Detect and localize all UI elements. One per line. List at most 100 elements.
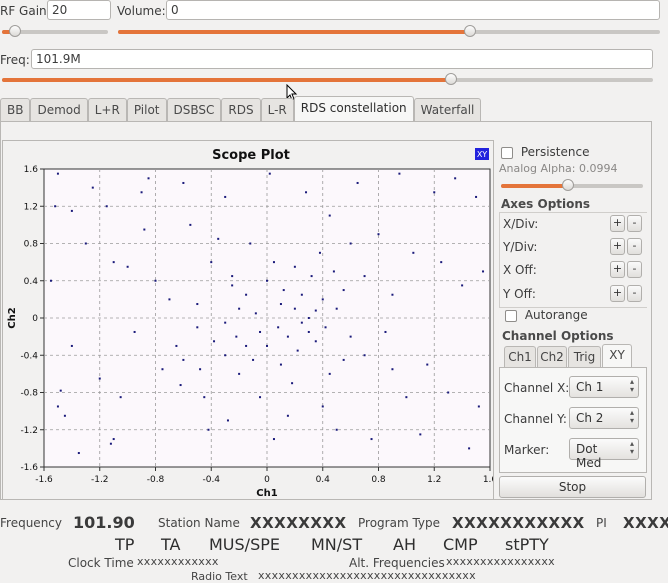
xoff-plus-button[interactable]: + <box>610 261 625 278</box>
data-point <box>84 242 87 245</box>
y-tick-label: -0.8 <box>20 389 38 399</box>
radio-text-label: Radio Text <box>191 570 248 583</box>
data-point <box>238 307 241 310</box>
data-point <box>226 419 229 422</box>
data-point <box>305 191 308 194</box>
x-tick-label: -0.8 <box>147 475 165 485</box>
marker-combo[interactable]: Dot Med ▴ ▾ <box>569 438 639 470</box>
ydiv-label: Y/Div: <box>503 240 538 254</box>
rds-flag-mus-spe: MUS/SPE <box>209 535 280 554</box>
xoff-minus-button[interactable]: - <box>627 261 642 278</box>
data-point <box>440 261 443 264</box>
data-point <box>231 275 234 278</box>
xdiv-minus-button[interactable]: - <box>627 215 642 232</box>
channel-options-panel: Channel X: Ch 1 ▴ ▾ Channel Y: Ch 2 ▴ ▾ Ma… <box>499 367 647 473</box>
persistence-checkbox[interactable] <box>501 146 513 159</box>
xdiv-plus-button[interactable]: + <box>610 215 625 232</box>
ydiv-plus-button[interactable]: + <box>610 238 625 255</box>
volume-slider-knob[interactable] <box>464 25 476 37</box>
data-point <box>310 275 313 278</box>
data-point <box>109 442 112 445</box>
data-point <box>291 382 294 385</box>
data-point <box>98 377 101 380</box>
rf-gain-slider[interactable] <box>2 25 108 37</box>
data-point <box>398 172 401 175</box>
channel-y-combo[interactable]: Ch 2 ▴ ▾ <box>569 407 639 429</box>
rf-gain-slider-knob[interactable] <box>9 25 21 37</box>
tab-rds-constellation[interactable]: RDS constellation <box>293 96 414 122</box>
scope-plot[interactable]: Scope Plot XY -1.6 -1.2 -0.8 -0.4 0 0.4 0.8 1.2 1.… <box>3 141 497 499</box>
tab-pilot[interactable]: Pilot <box>126 98 167 122</box>
data-point <box>342 289 345 292</box>
yoff-plus-button[interactable]: + <box>610 285 625 302</box>
channel-x-combo[interactable]: Ch 1 ▴ ▾ <box>569 376 639 398</box>
data-point <box>363 354 366 357</box>
data-point <box>335 428 338 431</box>
xy-badge-label: XY <box>477 150 487 159</box>
x-tick-label: -1.2 <box>91 475 109 485</box>
data-point <box>296 349 299 352</box>
autorange-checkbox[interactable] <box>505 309 517 322</box>
frequency-value: 101.90 <box>73 513 135 532</box>
rds-flag-stpty: stPTY <box>505 535 549 554</box>
y-tick-label: 1.2 <box>24 202 38 212</box>
tab-waterfall[interactable]: Waterfall <box>413 98 482 122</box>
program-type-label: Program Type <box>358 516 441 530</box>
subtab-ch2[interactable]: Ch2 <box>537 346 567 368</box>
yoff-minus-button[interactable]: - <box>627 285 642 302</box>
subtab-xy[interactable]: XY <box>602 344 632 368</box>
data-point <box>235 335 238 338</box>
tab-rds[interactable]: RDS <box>221 98 261 122</box>
volume-input[interactable] <box>166 0 660 20</box>
data-point <box>454 177 457 180</box>
data-point <box>91 186 94 189</box>
rf-gain-label: RF Gain: <box>0 4 51 18</box>
volume-slider[interactable] <box>118 25 660 37</box>
subtab-ch1[interactable]: Ch1 <box>504 346 536 368</box>
data-point <box>461 284 464 287</box>
x-axis-label: Ch1 <box>256 488 277 499</box>
data-point <box>272 261 275 264</box>
freq-input[interactable] <box>31 49 653 69</box>
data-point <box>54 205 57 208</box>
rf-gain-input[interactable] <box>47 0 111 20</box>
data-point <box>140 191 143 194</box>
autorange-toggle[interactable]: Autorange <box>505 308 588 322</box>
data-point <box>328 372 331 375</box>
data-point <box>70 344 73 347</box>
freq-slider[interactable] <box>2 73 653 85</box>
tab-dsbsc[interactable]: DSBSC <box>166 98 222 122</box>
rds-flag-tp: TP <box>115 535 135 554</box>
data-point <box>119 396 122 399</box>
analog-alpha-slider[interactable] <box>501 179 643 191</box>
tab-l-r[interactable]: L+R <box>87 98 127 122</box>
data-point <box>370 438 373 441</box>
data-point <box>224 195 227 198</box>
x-tick-label: 1.6 <box>483 475 493 485</box>
ydiv-minus-button[interactable]: - <box>627 238 642 255</box>
alt-frequencies-label: Alt. Frequencies <box>349 556 445 570</box>
subtab-trig[interactable]: Trig <box>568 346 601 368</box>
tab-bb[interactable]: BB <box>0 98 31 122</box>
data-point <box>268 172 271 175</box>
y-tick-label: -1.6 <box>20 463 38 473</box>
frequency-label: Frequency <box>0 516 62 530</box>
freq-slider-knob[interactable] <box>445 73 457 85</box>
volume-slider-fill <box>118 30 470 34</box>
data-point <box>77 452 80 455</box>
data-point <box>105 205 108 208</box>
data-point <box>321 298 324 301</box>
data-point <box>272 438 275 441</box>
data-point <box>349 242 352 245</box>
data-point <box>63 414 66 417</box>
data-point <box>207 428 210 431</box>
autorange-label: Autorange <box>524 308 588 322</box>
data-point <box>419 433 422 436</box>
data-point <box>179 384 182 387</box>
tab-l-r[interactable]: L-R <box>260 98 294 122</box>
stop-button[interactable]: Stop <box>499 476 646 498</box>
tab-demod[interactable]: Demod <box>30 98 88 122</box>
persistence-toggle[interactable]: Persistence <box>501 145 589 159</box>
data-point <box>56 405 59 408</box>
analog-alpha-slider-knob[interactable] <box>562 179 574 191</box>
